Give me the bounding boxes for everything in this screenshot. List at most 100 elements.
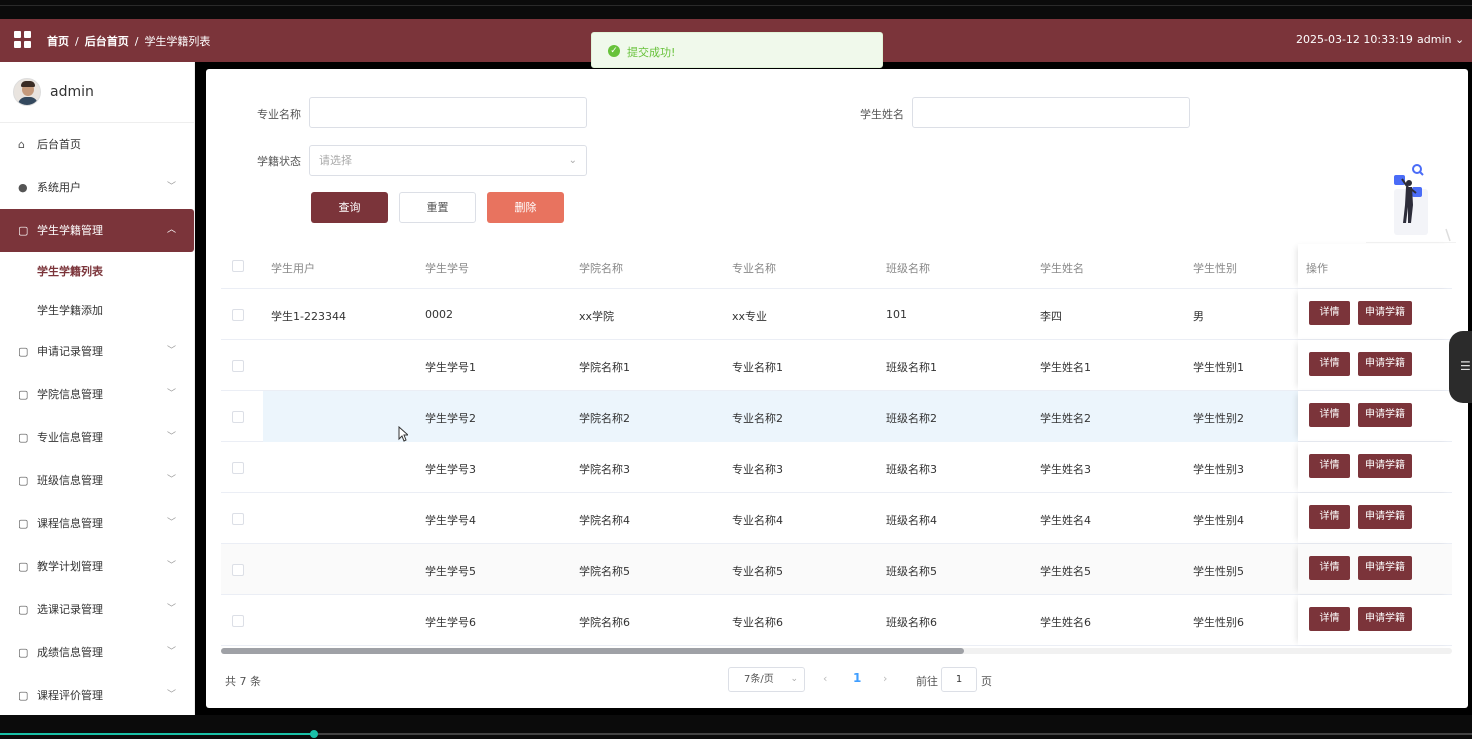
sidebar-item-course-selection[interactable]: ▢ 选课记录管理 ﹀ [0,588,194,631]
cell-class: 班级名称3 [886,463,937,476]
progress-knob[interactable] [309,730,318,738]
prev-page-icon[interactable]: ‹ [823,672,827,685]
sidebar-item-system-users[interactable]: ● 系统用户 ﹀ [0,166,194,209]
apply-status-button[interactable]: 申请学籍 [1358,556,1412,580]
cell-gender: 学生性别4 [1193,514,1244,527]
detail-button[interactable]: 详情 [1309,505,1350,529]
goto-label: 前往 [916,675,938,688]
menu-grid-icon[interactable] [14,31,32,49]
page-size-select[interactable]: 7条/页 ⌄ [728,667,805,692]
goto-unit: 页 [981,675,992,688]
apply-status-button[interactable]: 申请学籍 [1358,607,1412,631]
floating-side-tab[interactable]: ☰ [1449,331,1472,403]
sidebar-item-label: 系统用户 [37,181,81,194]
apply-status-button[interactable]: 申请学籍 [1358,403,1412,427]
cell-name: 学生姓名1 [1040,361,1091,374]
next-page-icon[interactable]: › [883,672,887,685]
chevron-down-icon: ﹀ [166,182,176,192]
cell-college: 学院名称1 [579,361,630,374]
profile: admin [0,62,194,123]
row-checkbox[interactable] [232,564,244,576]
sidebar-item-grades[interactable]: ▢ 成绩信息管理 ﹀ [0,631,194,674]
cell-major: 专业名称1 [732,361,783,374]
chevron-down-icon: ﹀ [166,389,176,399]
cell-gender: 学生性别1 [1193,361,1244,374]
cell-college: 学院名称4 [579,514,630,527]
detail-button[interactable]: 详情 [1309,352,1350,376]
student-name-input[interactable] [912,97,1190,128]
col-header: 学生性别 [1193,262,1237,275]
search-person-illustration [1366,164,1456,243]
detail-button[interactable]: 详情 [1309,556,1350,580]
delete-button[interactable]: 删除 [487,192,564,223]
cell-gender: 学生性别6 [1193,616,1244,629]
folder-icon: ▢ [18,603,29,616]
query-button[interactable]: 查询 [311,192,388,223]
ops-column-header: 操作 [1298,244,1452,288]
detail-button[interactable]: 详情 [1309,454,1350,478]
select-all-checkbox[interactable] [232,260,244,272]
detail-button[interactable]: 详情 [1309,403,1350,427]
apply-status-button[interactable]: 申请学籍 [1358,454,1412,478]
sidebar-subitem-student-add[interactable]: 学生学籍添加 [0,291,194,330]
sidebar-item-student-status[interactable]: ▢ 学生学籍管理 ︿ [0,209,194,252]
table-row[interactable]: 学生1-223344 0002 xx学院 xx专业 101 李四 男 详情 申请… [221,289,1452,340]
row-checkbox[interactable] [232,462,244,474]
reset-button[interactable]: 重置 [399,192,476,223]
sidebar-item-class-info[interactable]: ▢ 班级信息管理 ﹀ [0,459,194,502]
row-actions: 详情 申请学籍 [1298,289,1452,339]
chevron-down-icon: ﹀ [166,475,176,485]
row-checkbox[interactable] [232,615,244,627]
col-header: 学院名称 [579,262,623,275]
chevron-down-icon: ﹀ [166,432,176,442]
sidebar-item-dashboard[interactable]: ⌂ 后台首页 [0,123,194,166]
chevron-down-icon: ⌄ [1454,33,1465,46]
avatar[interactable] [13,78,41,106]
user-name: admin [1417,33,1452,46]
table-row[interactable]: 学生学号4 学院名称4 专业名称4 班级名称4 学生姓名4 学生性别4 详情 申… [221,493,1452,544]
row-checkbox[interactable] [232,360,244,372]
table-row[interactable]: 学生学号6 学院名称6 专业名称6 班级名称6 学生姓名6 学生性别6 详情 申… [221,595,1452,646]
sidebar-item-teaching-plan[interactable]: ▢ 教学计划管理 ﹀ [0,545,194,588]
detail-button[interactable]: 详情 [1309,301,1350,325]
major-name-input[interactable] [309,97,587,128]
row-checkbox[interactable] [232,513,244,525]
page-number-current[interactable]: 1 [853,671,861,685]
row-checkbox[interactable] [232,309,244,321]
apply-status-button[interactable]: 申请学籍 [1358,352,1412,376]
goto-page-input[interactable]: 1 [941,667,977,692]
table-row[interactable]: 学生学号5 学院名称5 专业名称5 班级名称5 学生姓名5 学生性别5 详情 申… [221,544,1452,595]
sidebar-item-course-evaluation[interactable]: ▢ 课程评价管理 ﹀ [0,674,194,717]
user-dropdown[interactable]: admin ⌄ [1417,33,1464,46]
chevron-down-icon: ﹀ [166,690,176,700]
cell-student-no: 学生学号2 [425,412,476,425]
status-select[interactable]: 请选择 ⌄ [309,145,587,176]
table-horizontal-scrollbar[interactable] [221,648,1452,654]
cell-college: 学院名称3 [579,463,630,476]
cell-major: 专业名称2 [732,412,783,425]
folder-icon: ▢ [18,431,29,444]
sidebar-item-application-records[interactable]: ▢ 申请记录管理 ﹀ [0,330,194,373]
sidebar: admin ⌂ 后台首页 ● 系统用户 ﹀ ▢ 学生学籍管理 ︿ 学生学籍列表 学生学籍添… [0,62,195,715]
progress-track[interactable] [0,730,1472,738]
cell-name: 李四 [1040,310,1062,323]
chevron-down-icon: ⌄ [568,155,577,166]
sidebar-item-label: 学生学籍管理 [37,224,103,237]
apply-status-button[interactable]: 申请学籍 [1358,301,1412,325]
sidebar-subitem-student-list[interactable]: 学生学籍列表 [0,252,194,291]
sidebar-item-college-info[interactable]: ▢ 学院信息管理 ﹀ [0,373,194,416]
row-actions: 详情 申请学籍 [1298,544,1452,594]
breadcrumb-home[interactable]: 首页 [47,35,69,48]
apply-status-button[interactable]: 申请学籍 [1358,505,1412,529]
detail-button[interactable]: 详情 [1309,607,1350,631]
table-row[interactable]: 学生学号1 学院名称1 专业名称1 班级名称1 学生姓名1 学生性别1 详情 申… [221,340,1452,391]
row-checkbox[interactable] [232,411,244,423]
cell-name: 学生姓名4 [1040,514,1091,527]
scrollbar-thumb[interactable] [221,648,964,654]
sidebar-item-major-info[interactable]: ▢ 专业信息管理 ﹀ [0,416,194,459]
folder-icon: ▢ [18,517,29,530]
breadcrumb-dashboard[interactable]: 后台首页 [85,35,129,48]
sidebar-item-course-info[interactable]: ▢ 课程信息管理 ﹀ [0,502,194,545]
folder-icon: ▢ [18,345,29,358]
table-row[interactable]: 学生学号3 学院名称3 专业名称3 班级名称3 学生姓名3 学生性别3 详情 申… [221,442,1452,493]
